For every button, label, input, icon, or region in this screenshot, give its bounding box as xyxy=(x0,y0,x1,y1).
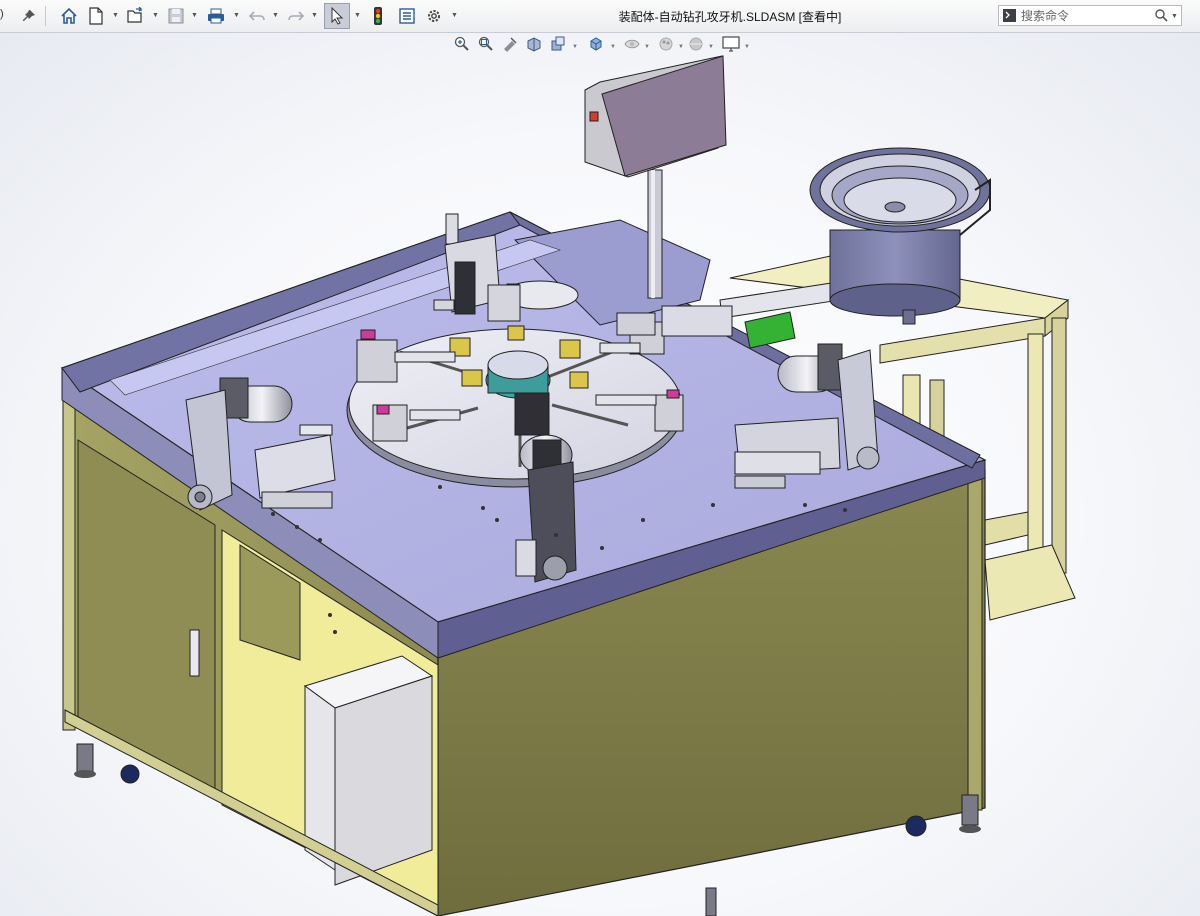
search-input[interactable] xyxy=(1021,8,1151,23)
open-file-icon[interactable] xyxy=(124,4,148,28)
save-icon[interactable] xyxy=(165,4,187,28)
options-gear-icon[interactable] xyxy=(423,4,445,28)
search-commands-box[interactable]: ▼ xyxy=(998,5,1182,26)
undo-dropdown-caret[interactable]: ▼ xyxy=(272,12,279,19)
menu-bar-stub[interactable]: ) xyxy=(0,8,4,20)
document-title: 装配体-自动钻孔攻牙机.SLDASM [查看中] xyxy=(560,8,900,25)
home-icon[interactable] xyxy=(57,4,81,28)
open-dropdown-caret[interactable]: ▼ xyxy=(152,12,159,19)
redo-icon[interactable] xyxy=(285,4,307,28)
emergency-stop-button[interactable] xyxy=(590,112,598,121)
door-handle[interactable] xyxy=(190,630,199,676)
search-dropdown-caret[interactable]: ▼ xyxy=(1171,13,1178,20)
file-properties-icon[interactable] xyxy=(396,4,418,28)
select-cursor-icon[interactable] xyxy=(324,3,350,29)
undo-icon[interactable] xyxy=(246,4,268,28)
new-dropdown-caret[interactable]: ▼ xyxy=(112,12,119,19)
title-bar: ) ▼ ▼ ▼ ▼ ▼ ▼ ▼ ▼ 装配体-自动钻孔攻牙机.SLDASM [查… xyxy=(0,0,1200,33)
search-icon[interactable] xyxy=(1155,9,1168,22)
graphics-area[interactable]: ▼ ▼ ▼ ▼ ▼ ▼ xyxy=(0,33,1200,916)
select-dropdown-caret[interactable]: ▼ xyxy=(354,12,361,19)
pin-icon[interactable] xyxy=(19,4,39,28)
new-document-icon[interactable] xyxy=(86,4,106,28)
redo-dropdown-caret[interactable]: ▼ xyxy=(311,12,318,19)
command-prompt-icon xyxy=(1003,9,1016,22)
rebuild-traffic-light-icon[interactable] xyxy=(368,4,388,28)
toolbar-separator xyxy=(45,6,46,26)
print-dropdown-caret[interactable]: ▼ xyxy=(233,12,240,19)
options-dropdown-caret[interactable]: ▼ xyxy=(451,12,458,19)
assembly-model[interactable] xyxy=(0,33,1200,916)
print-icon[interactable] xyxy=(204,4,228,28)
save-dropdown-caret[interactable]: ▼ xyxy=(191,12,198,19)
